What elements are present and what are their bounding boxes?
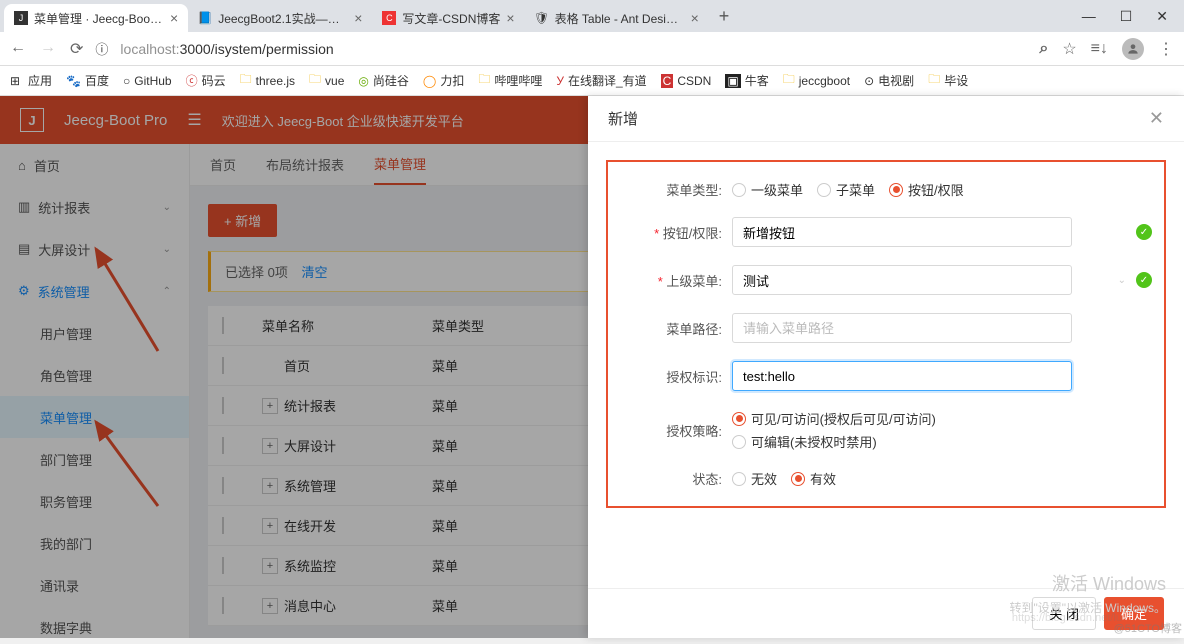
bookmark-icon: У: [556, 74, 564, 88]
bookmark-folder[interactable]: 🗀vue: [309, 70, 344, 91]
folder-icon: 🗀: [309, 70, 321, 91]
tab-icon: C: [382, 11, 396, 25]
radio-button-perm[interactable]: 按钮/权限: [889, 180, 964, 199]
bookmarks-bar: ⊞应用 🐾百度 ○GitHub ⓒ码云 🗀three.js 🗀vue ◎尚硅谷 …: [0, 66, 1184, 96]
browser-tab[interactable]: C 写文章-CSDN博客 ×: [372, 4, 524, 32]
bookmark-folder[interactable]: 🗀jeccgboot: [783, 70, 850, 91]
auth-code-input[interactable]: [732, 361, 1072, 391]
radio-submenu[interactable]: 子菜单: [817, 180, 875, 199]
nav-back-icon[interactable]: ←: [10, 39, 26, 59]
tab-close-icon[interactable]: ×: [691, 10, 699, 26]
bookmark-icon: ◯: [423, 74, 436, 88]
bookmark-apps[interactable]: ⊞应用: [10, 72, 52, 89]
bookmark-item[interactable]: ⓒ码云: [186, 72, 226, 89]
new-tab-button[interactable]: +: [709, 6, 740, 27]
bookmark-icon: ○: [123, 74, 130, 88]
bookmark-folder[interactable]: 🗀毕设: [928, 70, 968, 91]
bookmark-item[interactable]: ◯力扣: [423, 72, 464, 89]
apps-icon: ⊞: [10, 74, 24, 88]
windows-watermark: 激活 Windows: [1052, 570, 1166, 596]
add-menu-drawer: 新增 ✕ 菜单类型: 一级菜单 子菜单 按钮/权限 按钮/权限: ✓: [588, 96, 1184, 638]
bookmark-item[interactable]: ▣牛客: [725, 72, 768, 89]
url-path: 3000/isystem/permission: [180, 41, 334, 57]
profile-avatar-icon[interactable]: [1122, 38, 1144, 60]
bookmark-icon: ⓒ: [186, 72, 198, 89]
window-close-icon[interactable]: ✕: [1156, 8, 1168, 25]
label-btn-perm: 按钮/权限:: [622, 223, 732, 242]
tab-close-icon[interactable]: ×: [354, 10, 362, 26]
bookmark-folder[interactable]: 🗀three.js: [240, 70, 295, 91]
bookmark-item[interactable]: 🐾百度: [66, 72, 109, 89]
btn-perm-input[interactable]: [732, 217, 1072, 247]
bookmark-icon: ⊙: [864, 74, 874, 88]
label-status: 状态:: [622, 469, 732, 488]
folder-icon: 🗀: [478, 70, 490, 91]
radio-level1[interactable]: 一级菜单: [732, 180, 803, 199]
bookmark-folder[interactable]: 🗀哔哩哔哩: [478, 70, 542, 91]
label-parent: 上级菜单:: [622, 271, 732, 290]
folder-icon: 🗀: [928, 70, 940, 91]
key-icon[interactable]: ⌕: [1039, 40, 1048, 58]
check-icon: ✓: [1136, 224, 1152, 240]
label-auth-code: 授权标识:: [622, 367, 732, 386]
site-info-icon[interactable]: ⓘ: [95, 39, 108, 58]
browser-tab[interactable]: 🛡 表格 Table - Ant Design Vue ×: [525, 4, 709, 32]
nav-forward-icon: →: [40, 39, 56, 59]
drawer-title: 新增: [608, 108, 638, 129]
tab-title: 写文章-CSDN博客: [402, 10, 500, 27]
menu-path-input[interactable]: [732, 313, 1072, 343]
bookmark-item[interactable]: CCSDN: [661, 74, 712, 88]
folder-icon: 🗀: [783, 70, 795, 91]
drawer-header: 新增 ✕: [588, 96, 1184, 142]
tab-title: 表格 Table - Ant Design Vue: [555, 10, 685, 27]
bookmark-icon: 🐾: [66, 74, 81, 88]
bookmark-item[interactable]: ◎尚硅谷: [358, 72, 409, 89]
tab-icon: J: [14, 11, 28, 25]
window-minimize-icon[interactable]: —: [1082, 8, 1096, 25]
chevron-down-icon: ⌄: [1118, 275, 1126, 286]
window-maximize-icon[interactable]: ☐: [1120, 8, 1133, 25]
drawer-close-icon[interactable]: ✕: [1149, 108, 1164, 129]
radio-valid[interactable]: 有效: [791, 469, 836, 488]
url-host: localhost:: [120, 41, 179, 57]
label-path: 菜单路径:: [622, 319, 732, 338]
browser-tab-active[interactable]: J 菜单管理 · Jeecg-Boot 企业级快 ×: [4, 4, 188, 32]
label-menu-type: 菜单类型:: [622, 180, 732, 199]
star-icon[interactable]: ☆: [1062, 39, 1076, 59]
radio-editable[interactable]: 可编辑(未授权时禁用): [732, 432, 877, 451]
tab-title: 菜单管理 · Jeecg-Boot 企业级快: [34, 10, 164, 27]
bookmark-item[interactable]: ○GitHub: [123, 74, 172, 88]
radio-visible[interactable]: 可见/可访问(授权后可见/可访问): [732, 409, 936, 428]
radio-invalid[interactable]: 无效: [732, 469, 777, 488]
reader-icon[interactable]: ≡↓: [1091, 40, 1108, 58]
blog-watermark: @51CTO博客: [1114, 620, 1182, 636]
check-icon: ✓: [1136, 272, 1152, 288]
bookmark-icon: C: [661, 74, 674, 88]
url-field[interactable]: localhost:3000/isystem/permission: [120, 41, 1027, 57]
nav-reload-icon[interactable]: ⟳: [70, 39, 83, 59]
csdn-watermark: https://blog.csdn.net/lu: [1012, 612, 1122, 624]
bookmark-item[interactable]: ⊙电视剧: [864, 72, 914, 89]
tab-icon: 🛡: [535, 11, 549, 25]
tab-close-icon[interactable]: ×: [506, 10, 514, 26]
address-bar: ← → ⟳ ⓘ localhost:3000/isystem/permissio…: [0, 32, 1184, 66]
parent-menu-select[interactable]: [732, 265, 1072, 295]
browser-tab[interactable]: 📘 JeecgBoot2.1实战—快速入门教 ×: [188, 4, 372, 32]
bookmark-item[interactable]: У在线翻译_有道: [556, 72, 646, 89]
tab-icon: 📘: [198, 11, 212, 25]
bookmark-icon: ▣: [725, 74, 740, 88]
tab-title: JeecgBoot2.1实战—快速入门教: [218, 10, 348, 27]
browser-menu-icon[interactable]: ⋮: [1158, 39, 1174, 59]
browser-tab-strip: J 菜单管理 · Jeecg-Boot 企业级快 × 📘 JeecgBoot2.…: [0, 0, 1184, 32]
form-container: 菜单类型: 一级菜单 子菜单 按钮/权限 按钮/权限: ✓ 上级菜单:: [606, 160, 1166, 508]
bookmark-icon: ◎: [358, 74, 368, 88]
folder-icon: 🗀: [240, 70, 252, 91]
label-auth-policy: 授权策略:: [622, 421, 732, 440]
tab-close-icon[interactable]: ×: [170, 10, 178, 26]
